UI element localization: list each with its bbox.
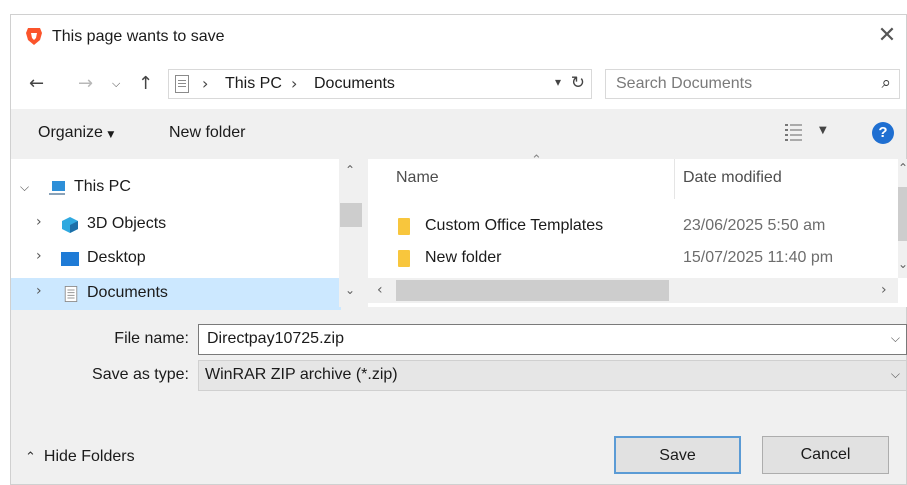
hide-folders-button[interactable]: ⌃ Hide Folders [25, 448, 135, 466]
file-name-label: File name: [114, 330, 189, 347]
close-icon[interactable]: ✕ [872, 21, 902, 51]
folder-icon [398, 218, 410, 235]
tree-item-documents[interactable]: › Documents [11, 278, 341, 310]
document-icon [175, 75, 189, 93]
breadcrumb-documents[interactable]: Documents [314, 75, 395, 93]
view-list-icon[interactable] [784, 122, 804, 142]
title-bar: This page wants to save ✕ [11, 15, 906, 59]
tree-label: This PC [74, 178, 131, 195]
scroll-up-icon[interactable]: ⌃ [345, 163, 355, 177]
column-divider[interactable] [674, 159, 675, 199]
file-row[interactable]: Custom Office Templates 23/06/2025 5:50 … [368, 211, 888, 243]
search-icon[interactable]: ⌕ [881, 73, 891, 93]
arrow-right-icon[interactable]: → [78, 73, 93, 94]
file-name: Custom Office Templates [425, 217, 604, 234]
navigation-bar: ← → ⌵ ↑ › This PC › Documents ▾ ↻ Search… [11, 59, 906, 109]
chevron-down-icon[interactable]: ⌵ [891, 331, 900, 346]
chevron-down-icon[interactable]: ⌵ [112, 77, 120, 91]
scroll-right-icon[interactable]: › [881, 282, 887, 298]
arrow-left-icon[interactable]: ← [29, 73, 44, 94]
chevron-right-icon[interactable]: › [202, 74, 208, 93]
sort-ascending-icon: ⌃ [531, 153, 542, 168]
file-name-value: Directpay10725.zip [207, 330, 344, 347]
hide-folders-label: Hide Folders [43, 448, 135, 465]
address-bar[interactable]: › This PC › Documents ▾ ↻ [168, 69, 592, 99]
scrollbar-thumb[interactable] [396, 280, 669, 301]
file-date: 15/07/2025 11:40 pm [683, 249, 834, 266]
command-bar: Organize ▼ New folder ▼ ? [11, 109, 906, 159]
chevron-right-icon[interactable]: › [36, 283, 42, 299]
organize-button[interactable]: Organize ▼ [38, 124, 114, 142]
horizontal-scrollbar[interactable]: ‹ › [368, 278, 898, 303]
save-as-type-label: Save as type: [92, 366, 189, 383]
file-name: New folder [425, 249, 502, 266]
chevron-right-icon[interactable]: › [36, 214, 42, 230]
organize-label: Organize [38, 124, 103, 141]
column-header-date[interactable]: Date modified [683, 169, 782, 187]
column-header-name[interactable]: Name [396, 169, 439, 187]
computer-icon [49, 181, 65, 195]
scroll-down-icon[interactable]: ⌄ [898, 257, 907, 271]
cancel-button[interactable]: Cancel [762, 436, 889, 474]
breadcrumb-this-pc[interactable]: This PC [225, 75, 282, 93]
scroll-up-icon[interactable]: ⌃ [898, 161, 907, 175]
tree-item-this-pc[interactable]: ⌵ This PC [11, 172, 341, 204]
caret-down-icon[interactable]: ▼ [819, 125, 827, 136]
search-placeholder: Search Documents [616, 75, 753, 92]
scrollbar-thumb[interactable] [340, 203, 362, 227]
navigation-pane: ⌵ This PC › 3D Objects › Desktop › Docum… [11, 159, 364, 310]
document-icon [64, 286, 78, 302]
save-as-type-select[interactable]: WinRAR ZIP archive (*.zip) ⌵ [198, 360, 907, 391]
tree-label: Desktop [87, 249, 146, 266]
tree-item-desktop[interactable]: › Desktop [11, 243, 341, 275]
save-as-type-value: WinRAR ZIP archive (*.zip) [205, 366, 398, 383]
scroll-down-icon[interactable]: ⌄ [345, 283, 355, 297]
brave-lion-icon [26, 28, 42, 45]
dialog-title: This page wants to save [52, 28, 225, 45]
scroll-left-icon[interactable]: ‹ [377, 282, 383, 298]
vertical-scrollbar[interactable]: ⌃ ⌄ [898, 159, 907, 278]
vertical-scrollbar[interactable]: ⌃ ⌄ [339, 159, 364, 307]
file-name-input[interactable]: Directpay10725.zip ⌵ [198, 324, 907, 355]
chevron-up-icon: ⌃ [25, 450, 36, 465]
chevron-right-icon[interactable]: › [291, 74, 297, 93]
search-input[interactable]: Search Documents ⌕ [605, 69, 900, 99]
tree-item-3d-objects[interactable]: › 3D Objects [11, 209, 341, 241]
arrow-up-icon[interactable]: ↑ [138, 73, 153, 94]
help-icon[interactable]: ? [872, 122, 894, 144]
desktop-icon [61, 252, 79, 266]
folder-icon [398, 250, 410, 267]
chevron-down-icon[interactable]: ⌵ [20, 180, 29, 195]
scrollbar-thumb[interactable] [898, 187, 907, 241]
save-dialog: This page wants to save ✕ ← → ⌵ ↑ › This… [10, 14, 907, 485]
chevron-down-icon[interactable]: ⌵ [891, 367, 900, 382]
caret-down-icon: ▼ [107, 130, 115, 140]
chevron-down-icon[interactable]: ▾ [555, 75, 561, 89]
save-button[interactable]: Save [614, 436, 741, 474]
chevron-right-icon[interactable]: › [36, 248, 42, 264]
file-list-pane: ⌃ Name Date modified Custom Office Templ… [368, 153, 907, 307]
file-row[interactable]: New folder 15/07/2025 11:40 pm [368, 243, 888, 275]
cube-icon [62, 217, 78, 233]
refresh-icon[interactable]: ↻ [571, 73, 585, 93]
new-folder-button[interactable]: New folder [169, 124, 245, 142]
tree-label: 3D Objects [87, 215, 167, 232]
file-date: 23/06/2025 5:50 am [683, 217, 826, 234]
tree-label: Documents [87, 284, 168, 301]
